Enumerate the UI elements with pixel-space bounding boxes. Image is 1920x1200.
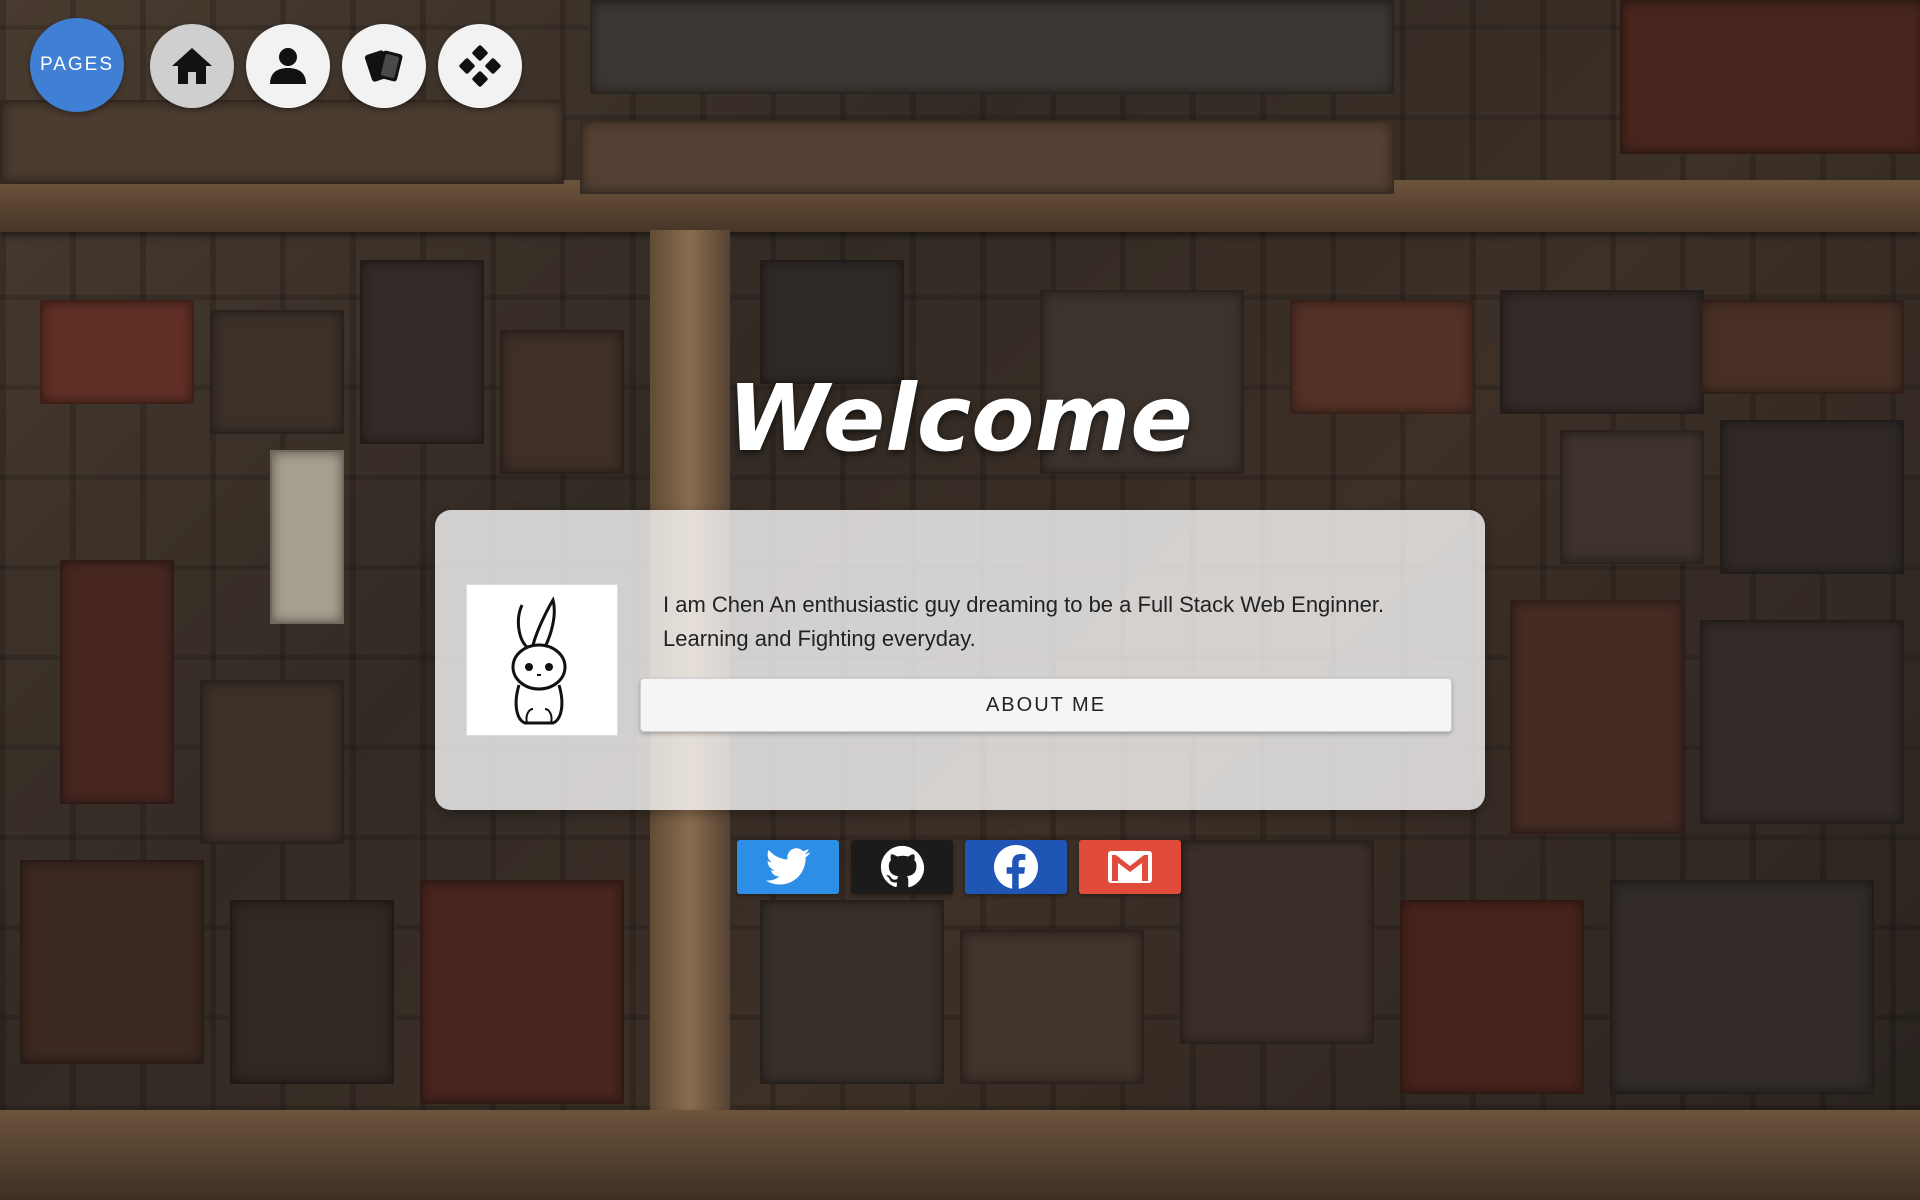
- twitter-icon: [765, 848, 811, 885]
- page-background: PAGES Welcome I am Chen An enthusiastic …: [0, 0, 1920, 1200]
- twitter-link[interactable]: [737, 840, 839, 894]
- github-icon: [880, 845, 924, 888]
- user-icon: [270, 48, 306, 84]
- gmail-link[interactable]: [1079, 840, 1181, 894]
- nav-cards-button[interactable]: [342, 24, 426, 108]
- social-links: [737, 840, 1181, 894]
- bio-text: I am Chen An enthusiastic guy dreaming t…: [663, 592, 1385, 651]
- avatar: [466, 584, 618, 736]
- about-me-button[interactable]: ABOUT ME: [640, 678, 1452, 732]
- pages-menu-button[interactable]: PAGES: [30, 18, 124, 112]
- gmail-icon: [1108, 851, 1152, 883]
- cards-icon: [364, 50, 403, 82]
- pages-label: PAGES: [39, 54, 115, 75]
- welcome-title: Welcome: [727, 365, 1193, 472]
- facebook-icon: [993, 844, 1039, 890]
- rabbit-avatar-icon: [511, 596, 567, 725]
- facebook-link[interactable]: [965, 840, 1067, 894]
- nav-profile-button[interactable]: [246, 24, 330, 108]
- github-link[interactable]: [851, 840, 953, 894]
- nav-games-button[interactable]: [438, 24, 522, 108]
- gamepad-icon: [459, 45, 501, 87]
- profile-card: I am Chen An enthusiastic guy dreaming t…: [435, 510, 1485, 810]
- home-icon: [172, 48, 212, 84]
- nav-home-button[interactable]: [150, 24, 234, 108]
